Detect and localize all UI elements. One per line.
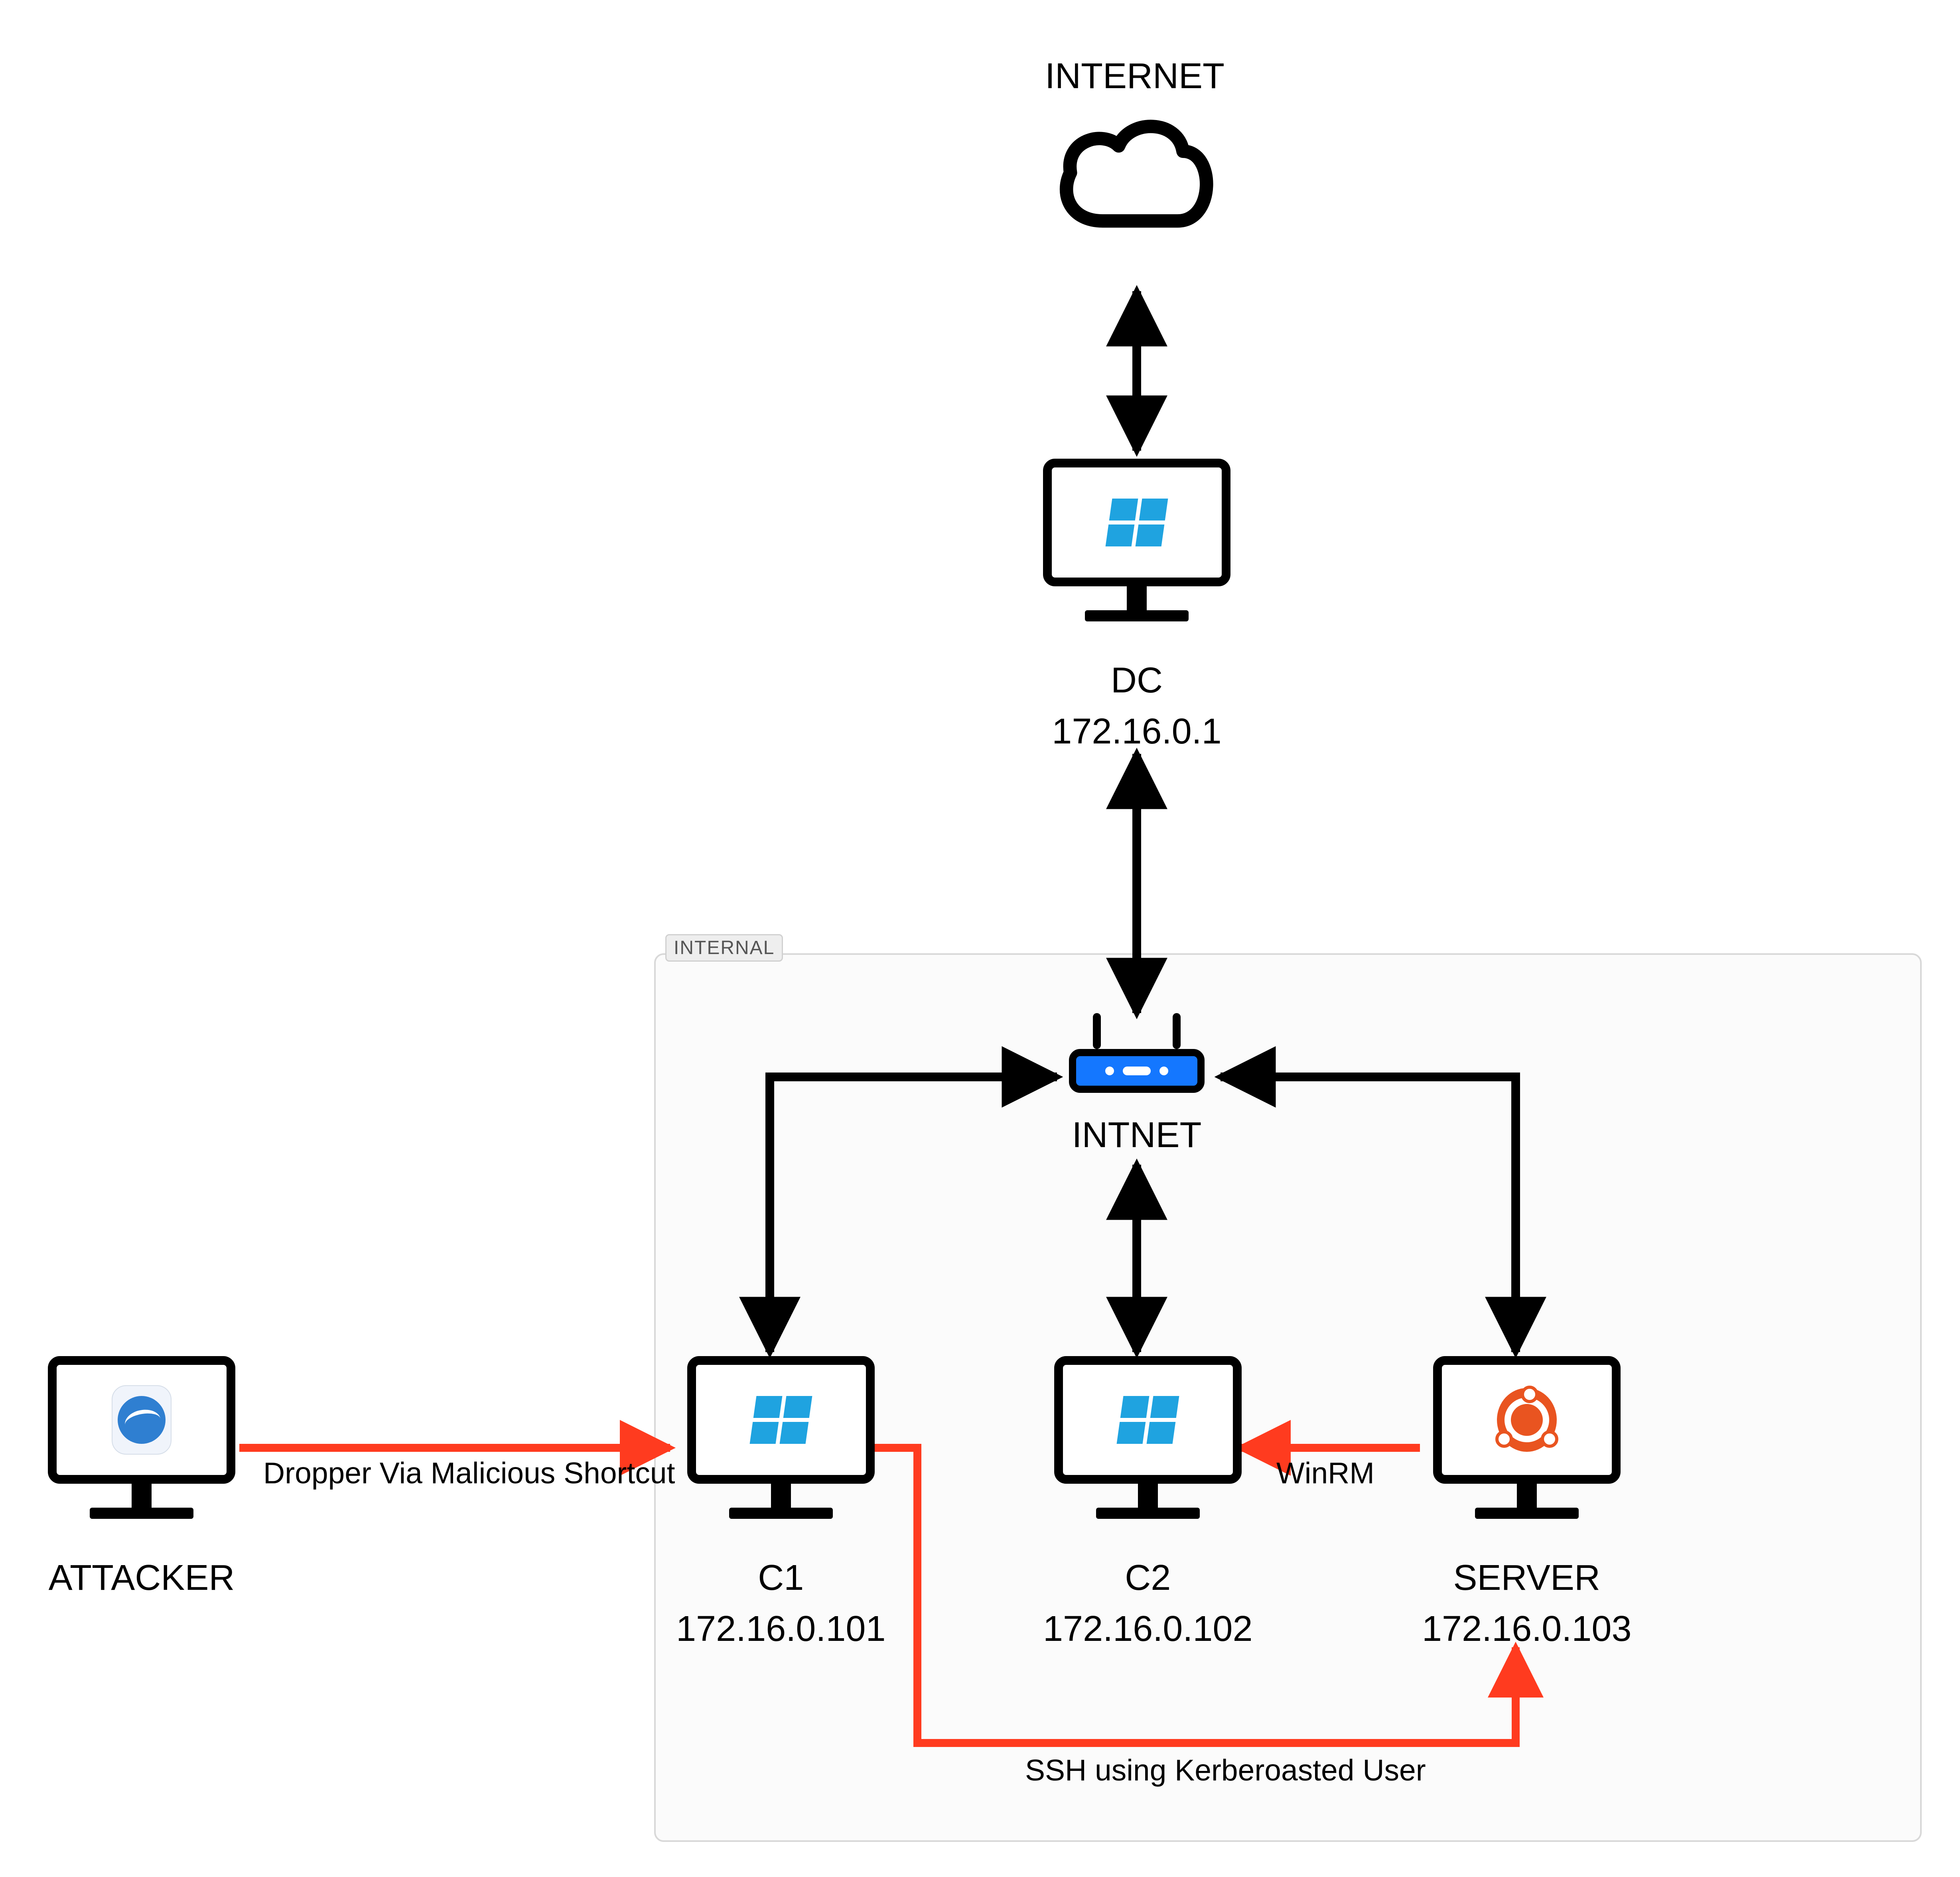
router-icon	[1065, 1013, 1209, 1101]
node-server-ip: 172.16.0.103	[1422, 1609, 1632, 1650]
node-dc-label: DC	[1111, 658, 1163, 703]
edge-label-server-c2: WinRM	[1276, 1456, 1374, 1490]
computer-icon	[1043, 459, 1230, 646]
node-server-label: SERVER	[1453, 1556, 1600, 1601]
node-server: SERVER 172.16.0.103	[1422, 1356, 1632, 1650]
node-attacker-label: ATTACKER	[49, 1556, 235, 1601]
computer-icon	[687, 1356, 875, 1544]
node-c2-ip: 172.16.0.102	[1043, 1609, 1253, 1650]
node-attacker: ATTACKER	[48, 1356, 235, 1601]
node-intnet-label: INTNET	[1072, 1113, 1202, 1158]
windows-icon	[1116, 1396, 1179, 1444]
computer-icon	[48, 1356, 235, 1544]
cloud-icon	[1049, 113, 1221, 233]
node-c1-ip: 172.16.0.101	[676, 1609, 886, 1650]
node-c1-label: C1	[758, 1556, 804, 1601]
node-internet-label: INTERNET	[1045, 56, 1225, 97]
computer-icon	[1433, 1356, 1621, 1544]
diagram-canvas: INTERNAL INTERNET	[0, 0, 1960, 1877]
node-dc: DC 172.16.0.1	[1043, 459, 1230, 752]
windows-icon	[749, 1396, 812, 1444]
node-intnet: INTNET	[1065, 1013, 1209, 1158]
group-internal-tag: INTERNAL	[665, 934, 783, 962]
edge-label-attacker-c1: Dropper Via Malicious Shortcut	[263, 1456, 675, 1490]
edge-label-c1-server: SSH using Kerberoasted User	[1025, 1753, 1426, 1787]
node-c2: C2 172.16.0.102	[1043, 1356, 1253, 1650]
node-c2-label: C2	[1125, 1556, 1171, 1601]
kali-icon	[112, 1385, 172, 1455]
node-c1: C1 172.16.0.101	[676, 1356, 886, 1650]
computer-icon	[1054, 1356, 1242, 1544]
node-internet: INTERNET	[1045, 56, 1225, 233]
node-dc-ip: 172.16.0.1	[1052, 711, 1221, 752]
windows-icon	[1106, 499, 1168, 546]
ubuntu-icon	[1497, 1388, 1557, 1452]
